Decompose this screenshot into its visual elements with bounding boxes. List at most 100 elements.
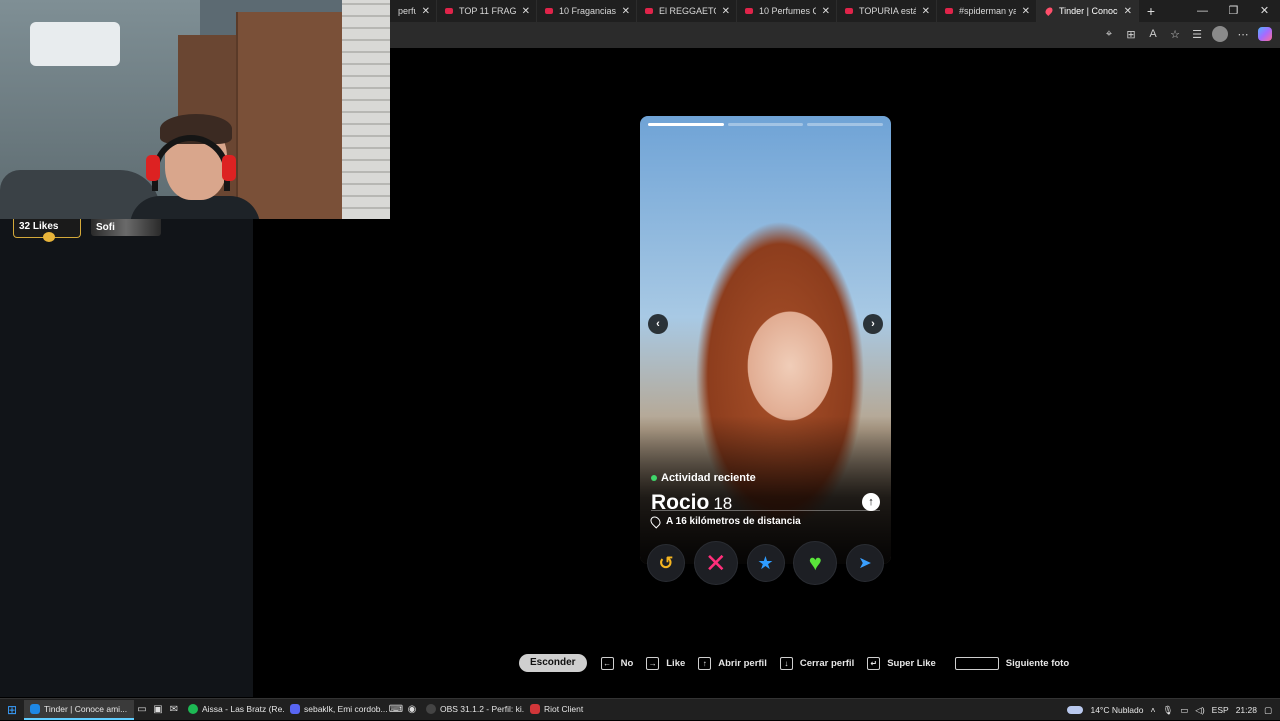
profile-name-line: Rocio 18	[651, 491, 732, 515]
location-pin-icon	[648, 514, 663, 529]
youtube-icon	[445, 8, 453, 14]
close-window-button[interactable]: ✕	[1249, 0, 1280, 22]
window-controls: — ❐ ✕	[1187, 0, 1280, 22]
rewind-button[interactable]: ↺	[647, 544, 685, 582]
key-space-icon	[954, 656, 999, 670]
chevron-up-icon[interactable]: ˄	[1151, 705, 1156, 715]
taskbar-item-label: sebaklk, Emi cordob...	[304, 703, 388, 714]
browser-tab[interactable]: #spiderman ya h ✕	[937, 0, 1037, 22]
taskbar-item-label: OBS 31.1.2 - Perfil: ki...	[440, 703, 524, 714]
swipe-actions: ↺ ✕ ★ ♥ ➤	[647, 541, 884, 585]
steam-icon[interactable]: ◉	[404, 704, 420, 715]
taskbar-item[interactable]: Riot Client	[524, 700, 628, 720]
copilot-icon[interactable]	[1258, 27, 1272, 41]
shortcut-label: Super Like	[887, 657, 936, 669]
taskbar-item[interactable]: OBS 31.1.2 - Perfil: ki...	[420, 700, 524, 720]
photo-progress	[648, 123, 884, 126]
browser-tab[interactable]: El REGGAETON de ✕	[637, 0, 737, 22]
nope-x-icon: ✕	[704, 547, 727, 578]
close-icon[interactable]: ✕	[422, 6, 430, 17]
windows-start-icon[interactable]: ⊞	[0, 703, 24, 717]
terminal-icon[interactable]: ⌨	[388, 704, 404, 715]
tab-title: TOP 11 FRAGANCIAS	[459, 6, 516, 16]
close-icon[interactable]: ✕	[822, 6, 830, 17]
browser-tab[interactable]: TOPURIA está M ✕	[837, 0, 937, 22]
apps-icon[interactable]: ⊞	[1124, 28, 1138, 41]
riot-client-icon	[530, 703, 540, 714]
youtube-icon	[945, 8, 953, 14]
distance-info: A 16 kilómetros de distancia	[648, 514, 801, 529]
key-right-icon: →	[646, 656, 660, 670]
profile-card[interactable]: ‹ › Actividad reciente Rocio 18 ↑ A 16 ki…	[640, 116, 891, 564]
new-tab-button[interactable]: +	[1139, 3, 1163, 19]
taskbar-item-label: Riot Client	[544, 703, 584, 714]
close-icon[interactable]: ✕	[622, 6, 630, 17]
browser-tab[interactable]: perfumes ✕	[390, 0, 437, 22]
network-icon[interactable]: ▭	[1180, 705, 1188, 716]
restore-button[interactable]: ❐	[1218, 0, 1249, 22]
taskbar-item[interactable]: sebaklk, Emi cordob...	[284, 700, 388, 720]
tab-title: El REGGAETON de	[659, 6, 716, 16]
cloud-weather-icon	[1067, 706, 1084, 714]
photo-progress-segment	[648, 123, 724, 126]
obs-icon	[426, 703, 436, 714]
taskbar-item-label: Aissa - Las Bratz (Re...	[202, 703, 284, 714]
store-icon[interactable]: ▣	[150, 704, 166, 715]
close-icon[interactable]: ✕	[922, 6, 930, 17]
profile-avatar-icon[interactable]	[1212, 26, 1228, 42]
more-menu-icon[interactable]: ⋯	[1236, 28, 1250, 41]
read-aloud-icon[interactable]: A	[1146, 28, 1160, 40]
photo-progress-segment	[807, 123, 884, 126]
tab-title: 10 Perfumes Que	[759, 6, 816, 16]
tab-title: #spiderman ya h	[959, 6, 1016, 16]
taskbar-item-label: Tinder | Conoce ami...	[44, 703, 128, 714]
browser-tab-active[interactable]: Tinder | Conoce ✕	[1037, 0, 1139, 22]
keyboard-shortcuts-bar: Esconder ← No → Like ↑ Abrir perfil ↓ Ce…	[519, 654, 1075, 672]
match-name: Sofi	[96, 222, 115, 233]
location-icon[interactable]: ⌖	[1102, 28, 1116, 41]
microphone-icon[interactable]: 🎙	[1162, 705, 1173, 716]
browser-tab[interactable]: 10 Fragancias para ✕	[537, 0, 637, 22]
shortcut-label: Siguiente foto	[1005, 657, 1070, 669]
browser-tab[interactable]: 10 Perfumes Que ✕	[737, 0, 837, 22]
system-tray: 14°C Nublado ˄ 🎙 ▭ ◁) ESP 21:28 ▢	[1067, 699, 1272, 721]
open-profile-button[interactable]: ↑	[862, 493, 880, 511]
key-down-icon: ↓	[779, 656, 793, 670]
close-icon[interactable]: ✕	[1124, 6, 1132, 17]
like-button[interactable]: ♥	[793, 541, 838, 585]
next-photo-button[interactable]: ›	[863, 314, 883, 334]
hide-shortcuts-button[interactable]: Esconder	[519, 654, 587, 672]
close-icon[interactable]: ✕	[522, 6, 530, 17]
discord-icon	[290, 703, 300, 714]
weather-label[interactable]: 14°C Nublado	[1090, 705, 1143, 715]
rewind-icon: ↺	[658, 552, 674, 573]
nope-button[interactable]: ✕	[693, 541, 738, 585]
clock[interactable]: 21:28	[1236, 705, 1257, 715]
taskbar-item[interactable]: Aissa - Las Bratz (Re...	[182, 700, 284, 720]
close-icon[interactable]: ✕	[1022, 6, 1030, 17]
language-indicator[interactable]: ESP	[1212, 705, 1229, 715]
file-explorer-icon[interactable]: ▭	[134, 704, 150, 715]
collections-icon[interactable]: ☰	[1190, 28, 1204, 41]
distance-label: A 16 kilómetros de distancia	[666, 516, 801, 527]
volume-icon[interactable]: ◁)	[1195, 705, 1204, 716]
boost-button[interactable]: ➤	[846, 544, 884, 582]
heart-icon: ♥	[808, 550, 822, 575]
edge-icon	[30, 703, 40, 714]
notifications-icon[interactable]: ▢	[1264, 705, 1272, 716]
favorite-star-icon[interactable]: ☆	[1168, 28, 1182, 41]
browser-tab[interactable]: TOP 11 FRAGANCIAS ✕	[437, 0, 537, 22]
close-icon[interactable]: ✕	[722, 6, 730, 17]
previous-photo-button[interactable]: ‹	[648, 314, 668, 334]
activity-label: Actividad reciente	[661, 472, 756, 484]
mail-icon[interactable]: ✉	[166, 704, 182, 715]
taskbar-item[interactable]: Tinder | Conoce ami...	[24, 699, 134, 720]
star-icon: ★	[757, 552, 774, 573]
photo-progress-segment	[727, 123, 804, 126]
tab-title: Tinder | Conoce	[1059, 6, 1118, 16]
likes-count-label: 32 Likes	[19, 221, 59, 232]
match-card[interactable]: Sofi	[91, 219, 161, 236]
windows-taskbar: ⊞ Tinder | Conoce ami... ▭ ▣ ✉ Aissa - L…	[0, 698, 1280, 720]
minimize-button[interactable]: —	[1187, 0, 1218, 22]
super-like-button[interactable]: ★	[746, 544, 785, 582]
